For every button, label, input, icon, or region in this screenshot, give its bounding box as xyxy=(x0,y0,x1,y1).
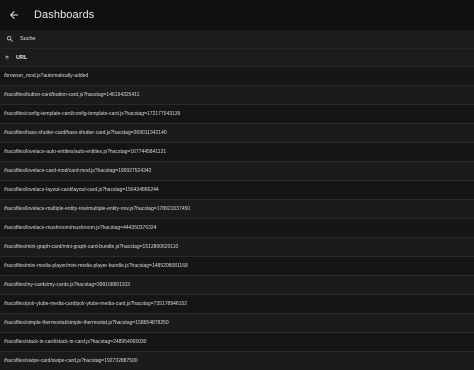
resource-url: /hacsfiles/mini-graph-card/mini-graph-ca… xyxy=(4,244,179,250)
page-title: Dashboards xyxy=(34,9,95,21)
table-row[interactable]: /hacsfiles/button-card/button-card.js?ha… xyxy=(0,85,474,104)
table-row[interactable]: /browser_mod.js?automatically-added xyxy=(0,66,474,85)
table-row[interactable]: /hacsfiles/swipe-card/swipe-card.js?hacs… xyxy=(0,351,474,370)
resource-url: /hacsfiles/config-template-card/config-t… xyxy=(4,111,181,117)
back-button[interactable] xyxy=(0,0,28,30)
resource-url: /hacsfiles/button-card/button-card.js?ha… xyxy=(4,92,140,98)
resource-url: /hacsfiles/lovelace-mushroom/mushroom.js… xyxy=(4,225,157,231)
table-row[interactable]: /hacsfiles/lovelace-auto-entities/auto-e… xyxy=(0,142,474,161)
resource-url: /hacsfiles/lovelace-multiple-entity-row/… xyxy=(4,206,191,212)
resource-url: /hacsfiles/lovelace-layout-card/layout-c… xyxy=(4,187,159,193)
table-row[interactable]: /hacsfiles/config-template-card/config-t… xyxy=(0,104,474,123)
table-row[interactable]: /hacsfiles/simple-thermostat/simple-ther… xyxy=(0,313,474,332)
table-row[interactable]: /hacsfiles/lovelace-layout-card/layout-c… xyxy=(0,180,474,199)
resource-url: /hacsfiles/stack-in-card/stack-in-card.j… xyxy=(4,339,147,345)
column-header-url[interactable]: URL xyxy=(0,48,474,66)
table-row[interactable]: /hacsfiles/polr-ytube-media-card/polr-yt… xyxy=(0,294,474,313)
table-row[interactable]: /hacsfiles/mini-media-player/mini-media-… xyxy=(0,256,474,275)
resource-url: /hacsfiles/lovelace-auto-entities/auto-e… xyxy=(4,149,167,155)
arrow-up-icon xyxy=(4,53,12,63)
table-row[interactable]: /hacsfiles/mini-graph-card/mini-graph-ca… xyxy=(0,237,474,256)
resource-url: /hacsfiles/simple-thermostat/simple-ther… xyxy=(4,320,169,326)
resource-url: /hacsfiles/swipe-card/swipe-card.js?hacs… xyxy=(4,358,138,364)
table-row[interactable]: /hacsfiles/lovelace-card-mod/card-mod.js… xyxy=(0,161,474,180)
column-header-label: URL xyxy=(16,54,28,61)
resource-url: /hacsfiles/hass-shutter-card/hass-shutte… xyxy=(4,130,167,136)
resource-url: /hacsfiles/polr-ytube-media-card/polr-yt… xyxy=(4,301,188,307)
table-row[interactable]: /hacsfiles/stack-in-card/stack-in-card.j… xyxy=(0,332,474,351)
table-row[interactable]: /hacsfiles/lovelace-mushroom/mushroom.js… xyxy=(0,218,474,237)
resource-url: /hacsfiles/mini-media-player/mini-media-… xyxy=(4,263,188,269)
table-row[interactable]: /hacsfiles/lovelace-multiple-entity-row/… xyxy=(0,199,474,218)
resource-url: /browser_mod.js?automatically-added xyxy=(4,73,89,79)
search-bar xyxy=(0,30,474,48)
table-row[interactable]: /hacsfiles/hass-shutter-card/hass-shutte… xyxy=(0,123,474,142)
resource-list: /browser_mod.js?automatically-added/hacs… xyxy=(0,66,474,370)
resource-url: /hacsfiles/lovelace-card-mod/card-mod.js… xyxy=(4,168,152,174)
arrow-left-icon xyxy=(10,11,18,19)
search-input[interactable] xyxy=(18,32,458,46)
table-row[interactable]: /hacsfiles/my-cards/my-cards.js?hacstag=… xyxy=(0,275,474,294)
top-app-bar: Dashboards xyxy=(0,0,474,30)
search-icon xyxy=(2,30,18,48)
resource-url: /hacsfiles/my-cards/my-cards.js?hacstag=… xyxy=(4,282,130,288)
